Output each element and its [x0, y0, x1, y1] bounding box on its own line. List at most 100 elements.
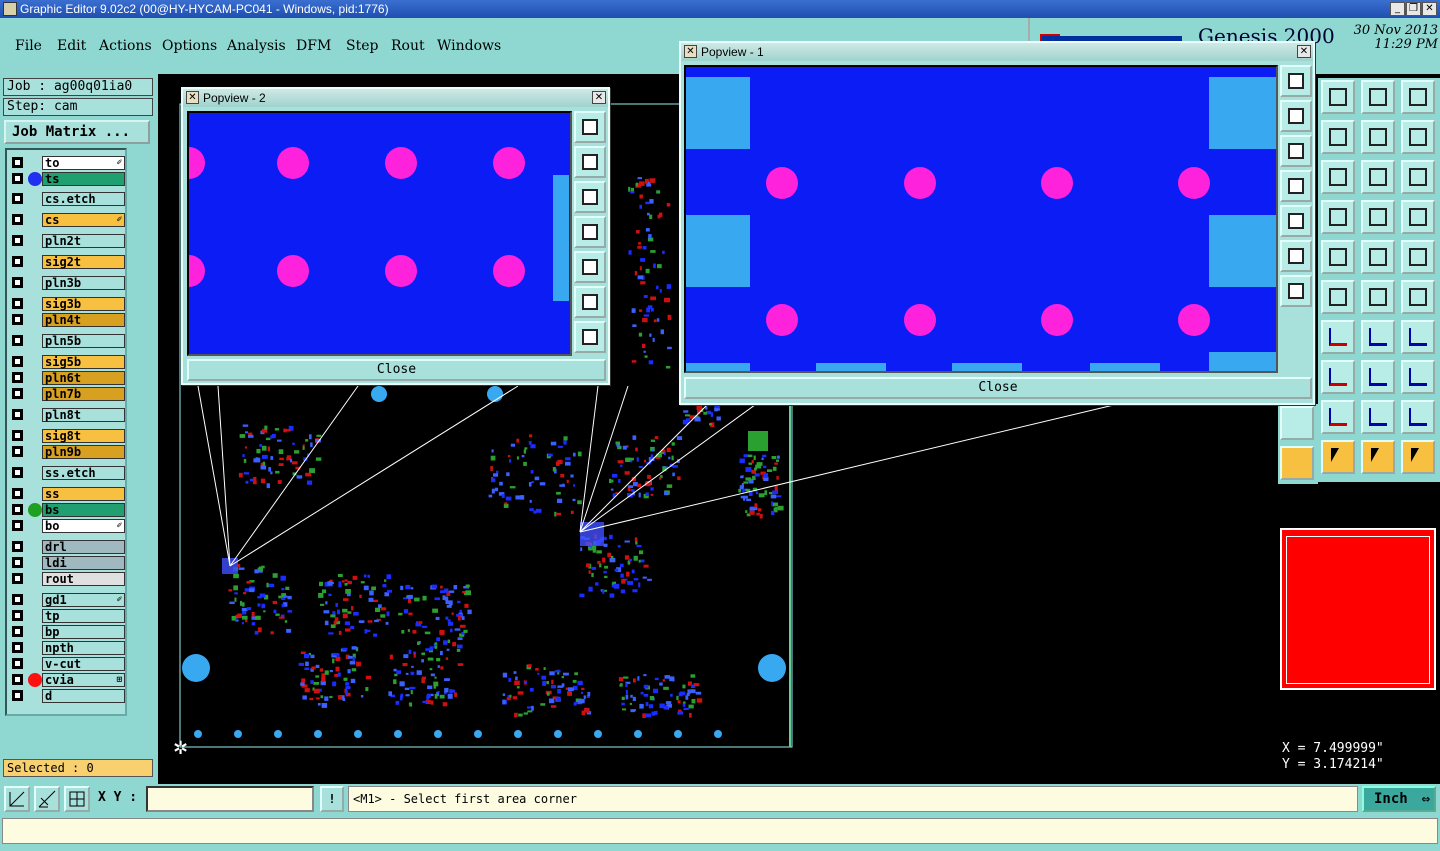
layer-row-d[interactable]: d [9, 689, 125, 703]
menu-edit[interactable]: Edit [57, 38, 86, 54]
layer-checkbox[interactable] [12, 573, 23, 584]
layer-row-sig5b[interactable]: sig5b [9, 355, 125, 369]
pointer-icon[interactable] [1321, 440, 1355, 474]
layer-name[interactable]: sig3b [42, 297, 125, 311]
pointer-b-icon[interactable] [1361, 440, 1395, 474]
layer-name[interactable]: pln2t [42, 234, 125, 248]
layer-row-sig8t[interactable]: sig8t [9, 429, 125, 443]
popview-2-view[interactable] [187, 111, 572, 356]
layer-name[interactable]: pln9b [42, 445, 125, 459]
layer-name[interactable]: ss [42, 487, 125, 501]
maximize-button[interactable]: ❐ [1406, 2, 1421, 16]
layer-row-bs[interactable]: bs [9, 503, 125, 517]
layer-checkbox[interactable] [12, 430, 23, 441]
units-selector[interactable]: Inch ⇔ [1362, 786, 1436, 812]
layer-row-pln6t[interactable]: pln6t [9, 371, 125, 385]
cross-icon[interactable] [1321, 280, 1355, 314]
popview-1-view[interactable] [684, 65, 1278, 373]
layer-checkbox[interactable] [12, 235, 23, 246]
layer-row-cs[interactable]: cs ✐ [9, 213, 125, 227]
layer-name[interactable]: tp [42, 609, 125, 623]
open-icon[interactable] [1321, 80, 1355, 114]
layer-name[interactable]: bo ✐ [42, 519, 125, 533]
popview-1-tool-4-icon[interactable] [1280, 170, 1312, 202]
triangle-left-icon[interactable] [1280, 406, 1314, 440]
layer-checkbox[interactable] [12, 610, 23, 621]
layer-row-pln5b[interactable]: pln5b [9, 334, 125, 348]
popview-1-window[interactable]: ✕ Popview - 1 ✕ Close [679, 41, 1315, 405]
triangle-icon[interactable] [1321, 400, 1355, 434]
pointer-left-icon[interactable] [1280, 446, 1314, 480]
minimize-button[interactable]: _ [1390, 2, 1405, 16]
layer-name[interactable]: sig2t [42, 255, 125, 269]
scale-icon[interactable] [1361, 160, 1395, 194]
popview-2-tool-1-icon[interactable] [574, 111, 606, 143]
layer-row-pln3b[interactable]: pln3b [9, 276, 125, 290]
measure-ruler-icon[interactable] [1361, 240, 1395, 274]
layer-checkbox[interactable] [12, 520, 23, 531]
layer-name[interactable]: sig5b [42, 355, 125, 369]
popview-1-tool-5-icon[interactable] [1280, 205, 1312, 237]
layer-checkbox[interactable] [12, 690, 23, 701]
layer-row-bp[interactable]: bp [9, 625, 125, 639]
popview-1-tool-2-icon[interactable] [1280, 100, 1312, 132]
layer-name[interactable]: pln3b [42, 276, 125, 290]
layer-name[interactable]: pln7b [42, 387, 125, 401]
triangle-c-icon[interactable] [1401, 400, 1435, 434]
zoom-area-icon[interactable] [4, 786, 30, 812]
layer-checkbox[interactable] [12, 557, 23, 568]
overview-map[interactable] [1280, 528, 1436, 690]
layer-checkbox[interactable] [12, 642, 23, 653]
layer-checkbox[interactable] [12, 594, 23, 605]
minus-icon[interactable] [1321, 360, 1355, 394]
layer-checkbox[interactable] [12, 298, 23, 309]
layer-name[interactable]: cs.etch [42, 192, 125, 206]
menu-file[interactable]: File [15, 38, 42, 54]
fill-icon[interactable] [1401, 320, 1435, 354]
snap-icon[interactable] [1321, 240, 1355, 274]
layer-checkbox[interactable] [12, 504, 23, 515]
layer-row-bo[interactable]: bo ✐ [9, 519, 125, 533]
pen-icon[interactable] [1321, 320, 1355, 354]
pad-icon[interactable] [1401, 240, 1435, 274]
layer-row-pln7b[interactable]: pln7b [9, 387, 125, 401]
layer-checkbox[interactable] [12, 193, 23, 204]
home-icon[interactable] [1361, 80, 1395, 114]
center-icon[interactable] [1321, 160, 1355, 194]
layer-name[interactable]: ss.etch [42, 466, 125, 480]
select-area-icon[interactable] [1361, 360, 1395, 394]
popview-2-titlebar[interactable]: ✕ Popview - 2 ✕ [183, 89, 608, 107]
layout-icon[interactable] [1401, 80, 1435, 114]
layer-row-to[interactable]: to ✐ [9, 156, 125, 170]
message-icon[interactable]: ! [320, 786, 344, 812]
layer-row-pln2t[interactable]: pln2t [9, 234, 125, 248]
layer-name[interactable]: v-cut [42, 657, 125, 671]
layer-checkbox[interactable] [12, 256, 23, 267]
layer-name[interactable]: bs [42, 503, 125, 517]
ruler-s-icon[interactable] [1401, 120, 1435, 154]
layer-name[interactable]: cvia ⊞ [42, 673, 125, 687]
help-icon[interactable] [1401, 160, 1435, 194]
menu-rout[interactable]: Rout [391, 38, 425, 54]
layer-checkbox[interactable] [12, 372, 23, 383]
layer-row-pln8t[interactable]: pln8t [9, 408, 125, 422]
layer-name[interactable]: to ✐ [42, 156, 125, 170]
layer-name[interactable]: pln5b [42, 334, 125, 348]
layer-name[interactable]: pln6t [42, 371, 125, 385]
layer-checkbox[interactable] [12, 214, 23, 225]
menu-dfm[interactable]: DFM [296, 38, 331, 54]
layer-checkbox[interactable] [12, 446, 23, 457]
layer-name[interactable]: pln4t [42, 313, 125, 327]
layer-row-v-cut[interactable]: v-cut [9, 657, 125, 671]
popview-2-tool-4-icon[interactable] [574, 216, 606, 248]
grid-icon[interactable] [1321, 200, 1355, 234]
popview-2-tool-3-icon[interactable] [574, 181, 606, 213]
menu-analysis[interactable]: Analysis [227, 38, 286, 54]
popview-2-close-button[interactable]: Close [187, 359, 606, 381]
layers-alt-icon[interactable] [1401, 200, 1435, 234]
layer-checkbox[interactable] [12, 467, 23, 478]
layer-row-cvia[interactable]: cvia ⊞ [9, 673, 125, 687]
close-window-button[interactable]: ✕ [1422, 2, 1437, 16]
layer-row-ss.etch[interactable]: ss.etch [9, 466, 125, 480]
layer-name[interactable]: pln8t [42, 408, 125, 422]
